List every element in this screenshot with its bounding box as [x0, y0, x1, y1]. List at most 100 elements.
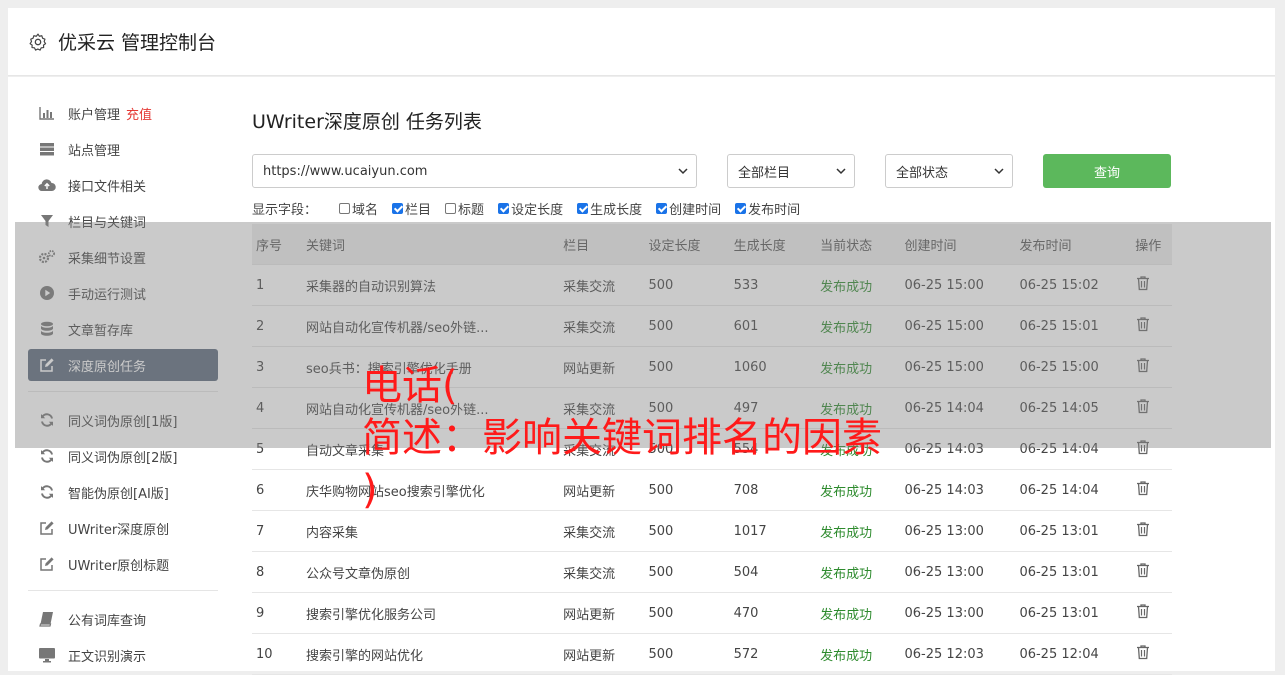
- sidebar-item[interactable]: 同义词伪原创[1版]: [28, 404, 218, 436]
- filter-icon: [38, 212, 56, 230]
- checkbox-box[interactable]: [577, 202, 589, 214]
- table-cell: 发布成功: [816, 387, 901, 429]
- table-cell: 500: [644, 264, 730, 306]
- field-checkbox[interactable]: 标题: [445, 199, 484, 218]
- table-cell: 06-25 15:01: [1015, 305, 1132, 347]
- table-cell: 采集交流: [559, 551, 645, 593]
- play-icon: [38, 284, 56, 302]
- sidebar-item-label: 栏目与关键词: [68, 215, 147, 231]
- trash-icon[interactable]: [1135, 480, 1151, 496]
- cloud-upload-icon: [38, 176, 56, 194]
- sidebar-item[interactable]: 公有词库查询: [28, 603, 218, 635]
- table-cell: seo兵书：搜索引擎优化手册: [302, 346, 560, 388]
- table-cell: 3: [252, 346, 302, 388]
- sidebar-item[interactable]: 手动运行测试: [28, 277, 218, 309]
- table-cell: 06-25 12:04: [1015, 633, 1132, 675]
- checkbox-box[interactable]: [392, 202, 404, 214]
- sidebar-item[interactable]: UWriter深度原创: [28, 512, 218, 544]
- table-cell: 发布成功: [816, 592, 901, 634]
- checkbox-box[interactable]: [735, 202, 747, 214]
- sidebar-item[interactable]: 同义词伪原创[2版]: [28, 440, 218, 472]
- table-cell: 06-25 15:00: [900, 346, 1016, 388]
- sidebar-item[interactable]: 站点管理: [28, 133, 218, 165]
- trash-icon[interactable]: [1135, 644, 1151, 660]
- sidebar-item[interactable]: 接口文件相关: [28, 169, 218, 201]
- trash-icon[interactable]: [1135, 603, 1151, 619]
- recharge-link[interactable]: 充值: [126, 104, 152, 123]
- sidebar-item-label: 同义词伪原创[2版]: [68, 450, 178, 466]
- checkbox-box[interactable]: [339, 202, 351, 214]
- table-row: 6 庆华购物网站seo搜索引擎优化 网站更新 500 708 发布成功 06-25 14:0…: [252, 469, 1172, 511]
- sidebar-item-label: 接口文件相关: [68, 179, 147, 195]
- sidebar-item[interactable]: 深度原创任务: [28, 349, 218, 381]
- trash-icon[interactable]: [1135, 439, 1151, 455]
- trash-icon[interactable]: [1135, 357, 1151, 373]
- column-header: 操作: [1131, 224, 1172, 265]
- table-cell: 06-25 15:00: [1015, 346, 1132, 388]
- column-header: 发布时间: [1015, 224, 1132, 265]
- trash-icon[interactable]: [1135, 562, 1151, 578]
- table-cell: 6: [252, 469, 302, 511]
- table-cell: 708: [729, 469, 817, 511]
- table-row: 10 搜索引擎的网站优化 网站更新 500 572 发布成功 06-25 12:03 06-2…: [252, 633, 1172, 675]
- table-cell: 500: [644, 346, 730, 388]
- table-cell: 9: [252, 592, 302, 634]
- sidebar-item[interactable]: 文章暂存库: [28, 313, 218, 345]
- table-cell: 500: [644, 305, 730, 347]
- action-cell: [1131, 428, 1172, 470]
- field-checkbox[interactable]: 创建时间: [656, 199, 721, 218]
- status-select-value: 全部状态: [896, 165, 949, 181]
- trash-icon[interactable]: [1135, 316, 1151, 332]
- checkbox-box[interactable]: [656, 202, 668, 214]
- sidebar-item-label: UWriter原创标题: [68, 558, 170, 574]
- action-cell: [1131, 633, 1172, 675]
- refresh-icon: [38, 411, 56, 429]
- sidebar-item-label: 采集细节设置: [68, 251, 147, 267]
- sidebar-item[interactable]: 账户管理 充值: [28, 97, 218, 129]
- action-cell: [1131, 305, 1172, 347]
- sidebar-item-label: 正文识别演示: [68, 649, 147, 665]
- site-select[interactable]: https://www.ucaiyun.com: [252, 154, 697, 188]
- field-checkbox[interactable]: 发布时间: [735, 199, 800, 218]
- trash-icon[interactable]: [1135, 398, 1151, 414]
- field-checkbox[interactable]: 域名: [339, 199, 378, 218]
- status-select[interactable]: 全部状态: [885, 154, 1013, 188]
- table-cell: 06-25 12:03: [900, 633, 1016, 675]
- table-cell: 500: [644, 469, 730, 511]
- checkbox-box[interactable]: [498, 202, 510, 214]
- table-cell: 5: [252, 428, 302, 470]
- sidebar: 账户管理 充值站点管理接口文件相关 栏目与关键词 采集细节设置 手动运行测试 文章暂存库深…: [28, 97, 218, 675]
- sidebar-item[interactable]: 栏目与关键词: [28, 205, 218, 237]
- column-select[interactable]: 全部栏目: [727, 154, 855, 188]
- table-cell: 采集交流: [559, 387, 645, 429]
- table-cell: 发布成功: [816, 551, 901, 593]
- refresh-icon: [38, 483, 56, 501]
- field-checkbox[interactable]: 设定长度: [498, 199, 563, 218]
- trash-icon[interactable]: [1135, 275, 1151, 291]
- field-checkbox[interactable]: 栏目: [392, 199, 431, 218]
- table-row: 2 网站自动化宣传机器/seo外链... 采集交流 500 601 发布成功 06-25 1…: [252, 305, 1172, 347]
- sidebar-item-label: 站点管理: [68, 143, 121, 159]
- trash-icon[interactable]: [1135, 521, 1151, 537]
- table-cell: 06-25 15:02: [1015, 264, 1132, 306]
- column-header: 栏目: [559, 224, 645, 265]
- edit-icon: [38, 555, 56, 573]
- sidebar-item[interactable]: 智能伪原创[AI版]: [28, 476, 218, 508]
- sidebar-item-label: 手动运行测试: [68, 287, 147, 303]
- checkbox-box[interactable]: [445, 202, 457, 214]
- table-cell: 10: [252, 633, 302, 675]
- sidebar-item-label: 文章暂存库: [68, 323, 134, 339]
- table-cell: 发布成功: [816, 264, 901, 306]
- table-cell: 采集交流: [559, 510, 645, 552]
- app-title: 优采云 管理控制台: [58, 32, 217, 54]
- column-header: 设定长度: [644, 224, 730, 265]
- table-cell: 06-25 14:03: [900, 428, 1016, 470]
- table-cell: 500: [644, 551, 730, 593]
- field-checkbox[interactable]: 生成长度: [577, 199, 642, 218]
- sidebar-item[interactable]: 采集细节设置: [28, 241, 218, 273]
- sidebar-item-label: 深度原创任务: [68, 359, 147, 375]
- query-button[interactable]: 查询: [1043, 154, 1171, 188]
- table-cell: 网站更新: [559, 633, 645, 675]
- sidebar-item[interactable]: 正文识别演示: [28, 639, 218, 671]
- sidebar-item[interactable]: UWriter原创标题: [28, 548, 218, 580]
